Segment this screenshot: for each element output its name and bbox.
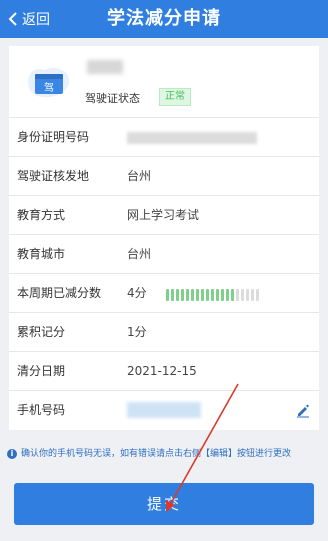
license-card: 驾 驾驶证状态 正常 身份证明号码 驾驶证核发地 台州 教育方式 网上学习考试 … [9, 46, 319, 430]
info-row-phone: 手机号码 [9, 391, 319, 430]
submit-button[interactable]: 提交 [14, 483, 314, 525]
progress-segment [191, 289, 194, 301]
progress-segment [201, 289, 204, 301]
info-row-clear-date: 清分日期 2021-12-15 [9, 352, 319, 391]
row-label: 清分日期 [17, 364, 66, 378]
progress-segment [211, 289, 214, 301]
notice-text: 确认你的手机号码无误，如有错误请点击右侧【编辑】按钮进行更改 [21, 449, 292, 459]
info-row-edu-method: 教育方式 网上学习考试 [9, 196, 319, 235]
row-label: 手机号码 [17, 403, 66, 417]
row-value: 台州 [127, 169, 152, 183]
progress-segment [221, 289, 224, 301]
progress-segment [186, 289, 189, 301]
progress-segment [171, 289, 174, 301]
row-value: 台州 [127, 247, 152, 261]
row-label: 教育城市 [17, 247, 66, 261]
progress-segment [241, 289, 244, 301]
progress-segment [256, 289, 259, 301]
row-value: 1分 [127, 325, 147, 339]
progress-segment [236, 289, 239, 301]
row-label: 教育方式 [17, 208, 66, 222]
info-row-id: 身份证明号码 [9, 118, 319, 157]
progress-segment [216, 289, 219, 301]
progress-segment [196, 289, 199, 301]
name-redacted [87, 60, 123, 74]
row-value: 4分 [127, 286, 147, 300]
progress-segment [231, 289, 234, 301]
row-label: 累积记分 [17, 325, 66, 339]
avatar-char: 驾 [44, 82, 54, 94]
progress-segment [181, 289, 184, 301]
row-label: 本周期已减分数 [17, 286, 102, 300]
row-label: 身份证明号码 [17, 130, 90, 144]
info-icon: i [7, 449, 17, 459]
progress-segment [251, 289, 254, 301]
reduction-progress [166, 289, 259, 301]
info-row-issuer: 驾驶证核发地 台州 [9, 157, 319, 196]
progress-segment [226, 289, 229, 301]
info-row-points-reduced: 本周期已减分数 4分 [9, 274, 319, 313]
id-redacted [127, 132, 257, 144]
license-avatar-icon: 驾 [28, 67, 70, 98]
info-row-edu-city: 教育城市 台州 [9, 235, 319, 274]
progress-segment [166, 289, 169, 301]
progress-segment [176, 289, 179, 301]
row-label: 驾驶证核发地 [17, 169, 90, 183]
app-header: 返回 学法减分申请 [0, 0, 328, 38]
info-row-accumulated: 累积记分 1分 [9, 313, 319, 352]
row-value: 网上学习考试 [127, 208, 200, 222]
progress-segment [246, 289, 249, 301]
profile-section: 驾 驾驶证状态 正常 [9, 46, 319, 118]
page-title: 学法减分申请 [107, 8, 221, 29]
edit-icon[interactable] [295, 402, 311, 418]
row-value: 2021-12-15 [127, 364, 197, 378]
license-status-label: 驾驶证状态 [85, 92, 140, 105]
phone-redacted [127, 402, 201, 418]
status-badge: 正常 [159, 88, 191, 106]
progress-segment [206, 289, 209, 301]
notice: i 确认你的手机号码无误，如有错误请点击右侧【编辑】按钮进行更改 [7, 448, 321, 460]
